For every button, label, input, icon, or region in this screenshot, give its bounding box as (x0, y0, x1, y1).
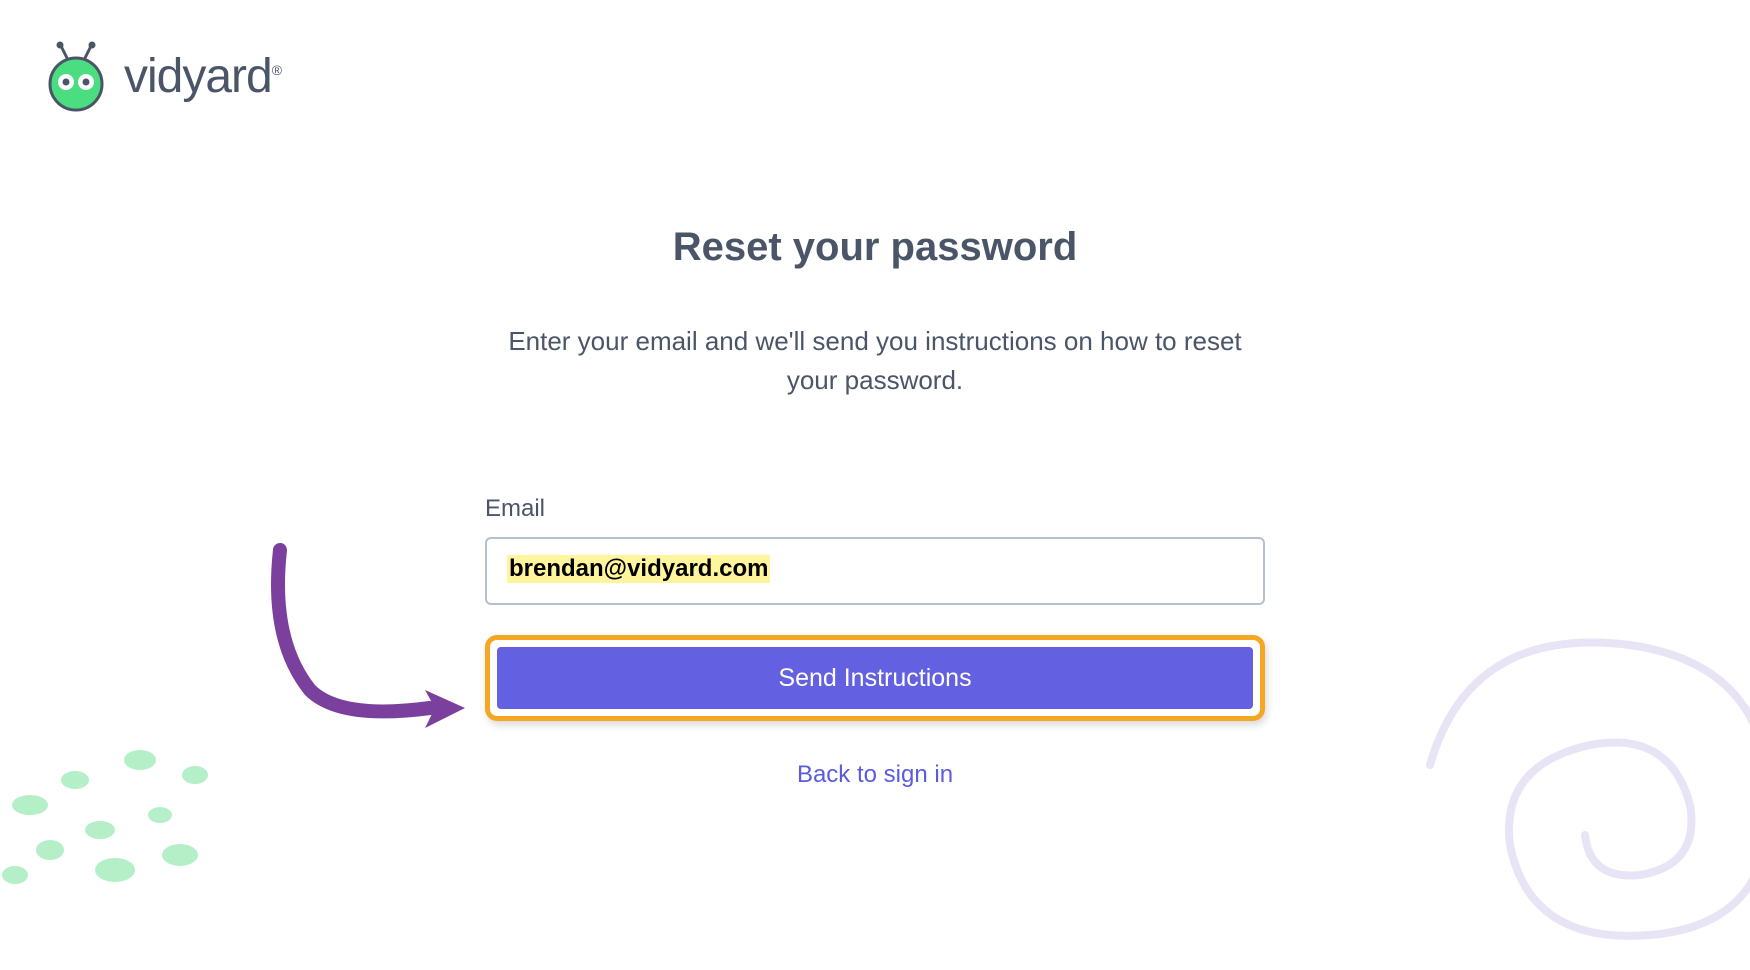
email-form-group: Email brendan@vidyard.com (485, 495, 1265, 605)
decorative-swirl-icon (1370, 565, 1750, 970)
page-description: Enter your email and we'll send you inst… (485, 322, 1265, 400)
logo-container: vidyard® (40, 40, 281, 112)
page-title: Reset your password (485, 225, 1265, 270)
back-to-sign-in-link[interactable]: Back to sign in (797, 761, 953, 789)
logo-text: vidyard® (124, 49, 281, 104)
send-instructions-button[interactable]: Send Instructions (497, 647, 1253, 709)
button-annotation-highlight: Send Instructions (485, 635, 1265, 721)
decorative-dots-icon (0, 725, 260, 890)
vidyard-logo-icon (40, 40, 112, 112)
email-input[interactable] (485, 537, 1265, 605)
email-label: Email (485, 495, 1265, 523)
reset-password-panel: Reset your password Enter your email and… (485, 225, 1265, 789)
arrow-annotation-icon (250, 540, 490, 745)
